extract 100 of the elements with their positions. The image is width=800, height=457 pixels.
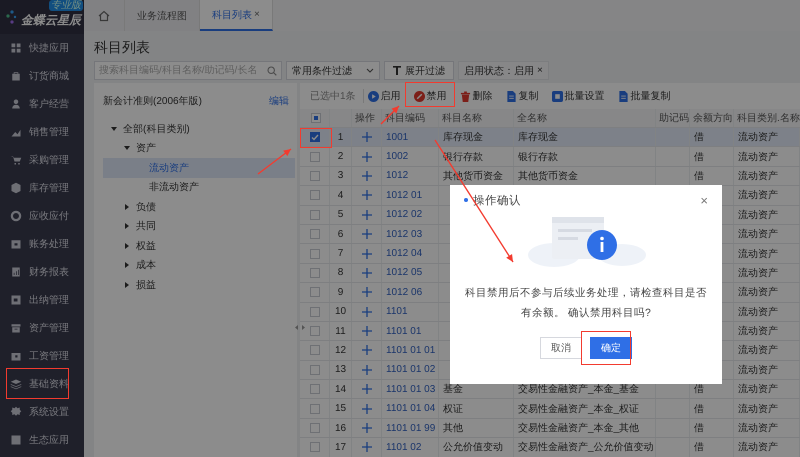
row-checkbox[interactable] [310, 423, 320, 434]
add-icon[interactable] [362, 248, 372, 259]
account-code-link[interactable]: 1002 [382, 147, 439, 166]
account-code-link[interactable]: 1012 01 [382, 186, 439, 205]
row-checkbox[interactable] [310, 132, 320, 142]
sidebar-item[interactable]: 系统设置 [0, 398, 84, 426]
row-checkbox[interactable] [310, 364, 320, 375]
toolbar-button[interactable]: 复制 [502, 89, 543, 103]
account-code-link[interactable]: 1001 [382, 128, 439, 146]
cancel-button[interactable]: 取消 [540, 337, 582, 359]
account-code-link[interactable]: 1012 02 [382, 206, 439, 224]
tree-node[interactable]: 全部(科目类别) [103, 119, 295, 138]
add-icon[interactable] [362, 442, 372, 452]
account-code-link[interactable]: 1012 [382, 166, 439, 186]
toolbar-button[interactable]: 启用 [364, 89, 405, 103]
edit-link[interactable]: 编辑 [269, 94, 289, 108]
account-code-link[interactable]: 1101 01 [382, 322, 439, 340]
close-button[interactable]: × [700, 192, 708, 208]
add-icon[interactable] [362, 152, 372, 162]
row-checkbox[interactable] [310, 326, 320, 336]
collapse-handle-icon[interactable] [295, 325, 305, 330]
toolbar-button[interactable]: 禁用 [410, 89, 451, 103]
sidebar-item[interactable]: 出纳管理 [0, 286, 84, 314]
sidebar-item[interactable]: 客户经营 [0, 90, 84, 118]
toolbar-button[interactable]: 批量复制 [614, 89, 675, 103]
row-checkbox[interactable] [310, 170, 320, 181]
caret-right-icon[interactable] [124, 262, 130, 268]
sidebar-item[interactable]: 订货商城 [0, 62, 84, 90]
sidebar-item[interactable]: 销售管理 [0, 118, 84, 146]
caret-right-icon[interactable] [124, 204, 130, 210]
account-code-link[interactable]: 1101 01 99 [382, 418, 439, 438]
page-tab[interactable]: 业务流程图 [125, 0, 200, 31]
sidebar-item[interactable]: 库存管理 [0, 174, 84, 202]
toolbar-button[interactable]: 删除 [456, 89, 497, 103]
add-icon[interactable] [362, 364, 372, 375]
account-code-link[interactable]: 1012 05 [382, 264, 439, 282]
row-checkbox[interactable] [310, 190, 320, 200]
caret-down-icon[interactable] [124, 145, 130, 152]
caret-right-icon[interactable] [124, 282, 130, 288]
account-code-link[interactable]: 1012 04 [382, 244, 439, 263]
sidebar-item[interactable]: 生态应用 [0, 426, 84, 454]
row-checkbox[interactable] [310, 306, 320, 317]
add-icon[interactable] [362, 345, 372, 356]
toolbar-button[interactable]: 批量设置 [548, 89, 609, 103]
account-code-link[interactable]: 1101 01 02 [382, 360, 439, 380]
add-icon[interactable] [362, 132, 372, 142]
add-icon[interactable] [362, 287, 372, 298]
account-code-link[interactable]: 1101 01 03 [382, 380, 439, 398]
select-all-checkbox[interactable] [311, 113, 321, 123]
sidebar-item[interactable]: 资产管理 [0, 314, 84, 342]
account-code-link[interactable]: 1012 06 [382, 283, 439, 302]
row-checkbox[interactable] [310, 404, 320, 414]
tree-node[interactable]: 共同 [103, 216, 295, 236]
remove-filter-button[interactable]: × [537, 65, 543, 76]
expand-filter-button[interactable]: 展开过滤 [384, 61, 454, 80]
home-tab[interactable] [84, 0, 125, 31]
account-code-link[interactable]: 1101 01 04 [382, 399, 439, 418]
row-checkbox[interactable] [310, 442, 320, 452]
account-code-link[interactable]: 1101 02 [382, 438, 439, 457]
tree-node[interactable]: 非流动资产 [103, 178, 295, 197]
row-checkbox[interactable] [310, 287, 320, 298]
add-icon[interactable] [362, 170, 372, 181]
tree-node[interactable]: 资产 [103, 138, 295, 158]
row-checkbox[interactable] [310, 384, 320, 394]
account-code-link[interactable]: 1101 [382, 302, 439, 321]
sidebar-item[interactable]: 账务处理 [0, 230, 84, 258]
account-code-link[interactable]: 1012 03 [382, 224, 439, 244]
row-checkbox[interactable] [310, 268, 320, 278]
add-icon[interactable] [362, 268, 372, 278]
row-checkbox[interactable] [310, 152, 320, 162]
filter-dropdown[interactable]: 常用条件过滤 [286, 61, 380, 80]
tree-node[interactable]: 损益 [103, 275, 295, 294]
sidebar-item[interactable]: 工资管理 [0, 342, 84, 370]
add-icon[interactable] [362, 326, 372, 336]
confirm-button[interactable]: 确定 [590, 337, 632, 359]
account-code-link[interactable]: 1101 01 01 [382, 341, 439, 360]
row-checkbox[interactable] [310, 248, 320, 259]
caret-down-icon[interactable] [111, 126, 117, 132]
tree-node[interactable]: 负债 [103, 197, 295, 216]
add-icon[interactable] [362, 404, 372, 414]
tree-node[interactable]: 权益 [103, 236, 295, 256]
row-checkbox[interactable] [310, 345, 320, 356]
add-icon[interactable] [362, 384, 372, 394]
sidebar-item[interactable]: 快捷应用 [0, 34, 84, 62]
sidebar-item[interactable]: 应收应付 [0, 202, 84, 230]
tree-node[interactable]: 成本 [103, 256, 295, 275]
page-tab[interactable]: 科目列表 × [200, 0, 273, 31]
sidebar-item[interactable]: 基础资料 [0, 370, 84, 398]
add-icon[interactable] [362, 210, 372, 220]
add-icon[interactable] [362, 306, 372, 317]
caret-right-icon[interactable] [124, 223, 130, 230]
row-checkbox[interactable] [310, 229, 320, 240]
add-icon[interactable] [362, 423, 372, 434]
caret-right-icon[interactable] [124, 242, 130, 249]
sidebar-item[interactable]: 采购管理 [0, 146, 84, 174]
row-checkbox[interactable] [310, 210, 320, 220]
add-icon[interactable] [362, 229, 372, 240]
tree-node[interactable]: 流动资产 [103, 158, 295, 178]
sidebar-item[interactable]: 财务报表 [0, 258, 84, 286]
add-icon[interactable] [362, 190, 372, 200]
